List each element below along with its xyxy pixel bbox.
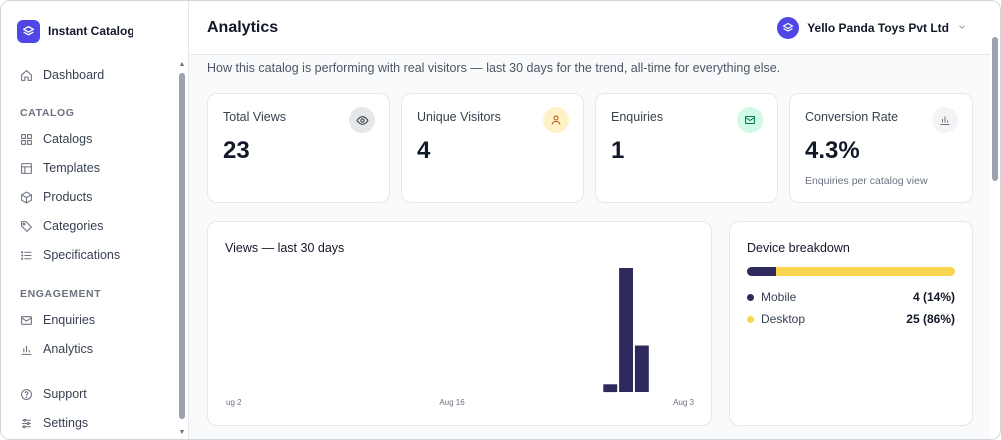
chevron-down-icon	[957, 19, 967, 37]
mail-icon	[19, 313, 33, 327]
sidebar-item-analytics[interactable]: Analytics	[19, 339, 93, 359]
layout-icon	[19, 161, 33, 175]
views-chart-card: Views — last 30 days ug 2 Aug 16 Aug 3	[207, 221, 712, 426]
user-icon	[543, 107, 569, 133]
sidebar-section-catalog: CATALOG	[20, 107, 75, 119]
chart-bar	[634, 345, 649, 392]
stat-value: 4	[417, 137, 431, 164]
device-value: 4 (14%)	[912, 290, 955, 304]
tag-icon	[19, 219, 33, 233]
stat-label: Unique Visitors	[417, 110, 501, 124]
device-breakdown-title: Device breakdown	[747, 241, 850, 255]
sidebar-item-label: Templates	[43, 161, 100, 175]
sidebar-item-specifications[interactable]: Specifications	[19, 245, 120, 265]
device-breakdown-card: Device breakdown Mobile 4 (14%) Desktop …	[729, 221, 973, 426]
device-name: Desktop	[761, 312, 806, 326]
layers-icon	[17, 19, 40, 43]
stat-card-unique-visitors: Unique Visitors 4	[401, 93, 584, 203]
sidebar-item-dashboard[interactable]: Dashboard	[19, 65, 104, 85]
brand[interactable]: Instant Catalog	[17, 19, 133, 43]
sidebar-item-catalogs[interactable]: Catalogs	[19, 129, 92, 149]
stat-card-total-views: Total Views 23	[207, 93, 390, 203]
sidebar-item-label: Categories	[43, 219, 104, 233]
device-share-mobile	[747, 267, 777, 276]
stat-label: Conversion Rate	[805, 110, 899, 124]
sidebar-item-label: Dashboard	[43, 68, 105, 82]
sidebar-item-categories[interactable]: Categories	[19, 216, 103, 236]
brand-name: Instant Catalog	[48, 24, 133, 38]
sidebar-item-templates[interactable]: Templates	[19, 158, 100, 178]
sidebar-item-support[interactable]: Support	[19, 384, 87, 404]
device-name: Mobile	[761, 290, 797, 304]
sidebar-item-products[interactable]: Products	[19, 187, 92, 207]
eye-icon	[349, 107, 375, 133]
sidebar-item-label: Enquiries	[43, 313, 96, 327]
device-row-mobile: Mobile 4 (14%)	[747, 289, 955, 305]
x-tick-label: Aug 16	[439, 398, 465, 407]
page-title: Analytics	[207, 19, 279, 36]
home-icon	[19, 68, 33, 82]
stat-label: Total Views	[223, 110, 286, 124]
sidebar-item-label: Specifications	[43, 248, 121, 262]
org-switcher[interactable]: Yello Panda Toys Pvt Ltd	[777, 16, 967, 40]
page-subtitle: How this catalog is performing with real…	[207, 61, 781, 75]
stat-value: 4.3%	[805, 137, 860, 164]
legend-dot	[747, 293, 754, 301]
sidebar-section-engagement: ENGAGEMENT	[20, 288, 102, 300]
device-share-bar	[747, 267, 955, 276]
mail-icon	[737, 107, 763, 133]
sidebar-scrollbar[interactable]: ▲ ▼	[178, 61, 186, 439]
bar-chart-icon	[19, 342, 33, 356]
sidebar-item-label: Products	[43, 190, 93, 204]
device-row-desktop: Desktop 25 (86%)	[747, 311, 955, 327]
x-tick-label: ug 2	[226, 398, 242, 407]
views-bar-chart: ug 2 Aug 16 Aug 3	[226, 268, 695, 407]
sliders-icon	[19, 416, 33, 430]
app-window: Instant Catalog Dashboard CATALOG Catalo…	[0, 0, 1001, 440]
x-tick-label: Aug 3	[673, 398, 694, 407]
stat-card-enquiries: Enquiries 1	[595, 93, 778, 203]
chart-bar	[619, 268, 633, 392]
sidebar-item-label: Support	[43, 387, 87, 401]
sidebar-item-settings[interactable]: Settings	[19, 413, 88, 433]
sidebar-scrollbar-thumb[interactable]	[179, 73, 185, 419]
stat-hint: Enquiries per catalog view	[805, 175, 928, 187]
box-icon	[19, 190, 33, 204]
main-scrollbar[interactable]	[990, 1, 1000, 439]
bar-chart-icon	[932, 107, 958, 133]
main-scrollbar-thumb[interactable]	[992, 37, 998, 181]
stat-label: Enquiries	[611, 110, 664, 124]
legend-dot	[747, 315, 754, 323]
grid-icon	[19, 132, 33, 146]
stat-value: 23	[223, 137, 250, 164]
device-value: 25 (86%)	[906, 312, 955, 326]
sidebar-item-enquiries[interactable]: Enquiries	[19, 310, 95, 330]
layers-icon	[777, 17, 800, 39]
sidebar: Instant Catalog Dashboard CATALOG Catalo…	[1, 1, 189, 439]
stat-value: 1	[611, 137, 625, 164]
scroll-down-icon[interactable]: ▼	[178, 429, 186, 437]
sidebar-item-label: Analytics	[43, 342, 94, 356]
chart-bar	[603, 384, 618, 393]
scroll-up-icon[interactable]: ▲	[178, 61, 186, 69]
sidebar-item-label: Settings	[43, 416, 89, 430]
top-header: Analytics Yello Panda Toys Pvt Ltd	[189, 1, 1000, 55]
help-icon	[19, 387, 33, 401]
sidebar-item-label: Catalogs	[43, 132, 93, 146]
org-name: Yello Panda Toys Pvt Ltd	[807, 21, 949, 35]
stat-card-conversion-rate: Conversion Rate 4.3% Enquiries per catal…	[789, 93, 973, 203]
list-icon	[19, 248, 33, 262]
